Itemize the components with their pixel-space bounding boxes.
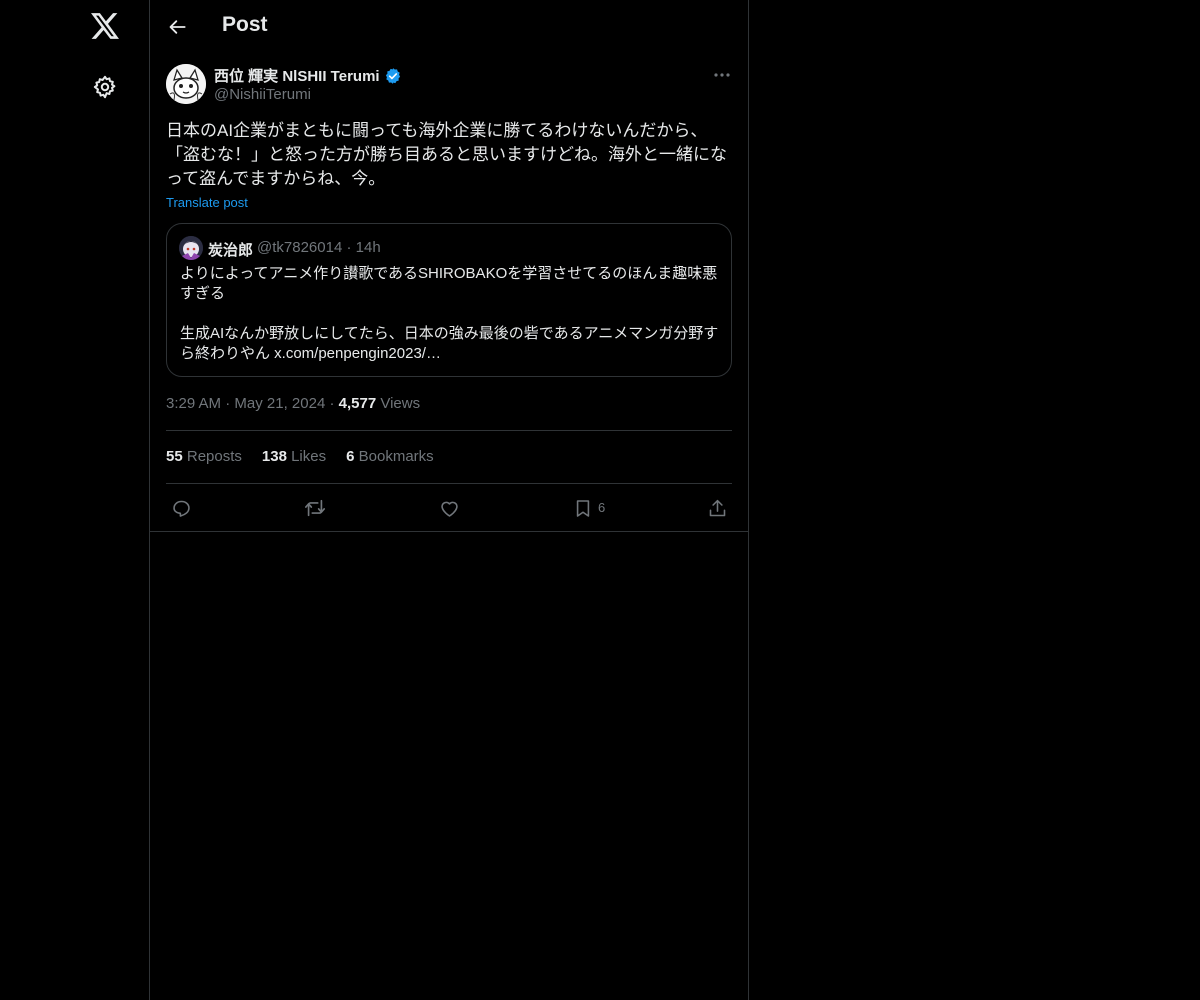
page-title: Post <box>222 13 268 36</box>
author-name[interactable]: 西位 輝実 NlSHII Terumi <box>214 65 402 86</box>
action-bar: 6 <box>150 494 748 522</box>
post-time[interactable]: 3:29 AM <box>166 395 221 412</box>
quote-text-line: すぎる <box>180 285 226 302</box>
x-logo-icon[interactable] <box>89 10 121 42</box>
bookmark-icon[interactable] <box>571 496 595 520</box>
divider <box>166 483 732 484</box>
author-avatar[interactable] <box>166 64 206 104</box>
quote-text-line: ら終わりやん x.com/penpengin2023/… <box>180 345 441 362</box>
separator-dot: · <box>346 239 356 256</box>
bookmark-count: 6 <box>598 500 606 515</box>
reposts-label: Reposts <box>186 448 242 465</box>
reposts-count: 55 <box>166 448 183 465</box>
separator-dot: · <box>329 395 339 412</box>
share-icon[interactable] <box>705 496 729 520</box>
views-label: Views <box>380 395 421 412</box>
repost-icon[interactable] <box>303 496 327 520</box>
arrow-left-icon[interactable] <box>164 13 192 41</box>
views-count: 4,577 <box>338 395 377 412</box>
reply-icon[interactable] <box>169 496 193 520</box>
author-name-text[interactable]: 西位 輝実 NlSHII Terumi <box>214 65 380 86</box>
post-text: 日本のAI企業がまともに闘っても海外企業に勝てるわけないんだから、 「盗むな！」… <box>166 119 734 191</box>
divider <box>166 430 732 431</box>
post-meta: 3:29 AM · May 21, 2024 · 4,577 Views <box>166 395 420 412</box>
author-handle[interactable]: @NishiiTerumi <box>214 86 311 103</box>
quote-text-line: 生成AIなんか野放しにしてたら、日本の強み最後の砦であるアニメマンガ分野す <box>180 325 719 342</box>
quote-author-avatar <box>179 236 203 260</box>
post-text-line: 日本のAI企業がまともに闘っても海外企業に勝てるわけないんだから、 <box>166 121 708 140</box>
gear-icon[interactable] <box>91 73 119 101</box>
separator-dot: · <box>225 395 235 412</box>
bookmarks-stat[interactable]: 6 Bookmarks <box>346 448 434 465</box>
bookmarks-count: 6 <box>346 448 355 465</box>
post-stats: 55 Reposts 138 Likes 6 Bookmarks <box>166 448 434 465</box>
bookmarks-label: Bookmarks <box>358 448 434 465</box>
quoted-post[interactable]: 炭治郎 @tk7826014 · 14h よりによってアニメ作り讃歌であるSHI… <box>166 223 732 377</box>
likes-label: Likes <box>291 448 327 465</box>
quote-text: よりによってアニメ作り讃歌であるSHIROBAKOを学習させてるのほんま趣味悪 … <box>180 264 720 364</box>
quote-text-line <box>180 304 720 324</box>
verified-badge-icon <box>384 67 402 85</box>
quote-text-line: よりによってアニメ作り讃歌であるSHIROBAKOを学習させてるのほんま趣味悪 <box>180 265 718 282</box>
post-column: Post 西位 輝実 NlSHII Terumi @NishiiTerumi 日… <box>149 0 749 1000</box>
likes-stat[interactable]: 138 Likes <box>262 448 326 465</box>
quote-author-handle: @tk7826014 <box>257 239 343 256</box>
post-header: Post <box>150 0 748 53</box>
more-options-icon[interactable] <box>710 64 734 86</box>
quote-author-name: 炭治郎 <box>208 242 254 259</box>
like-icon[interactable] <box>437 496 461 520</box>
post-text-line: って盗んでますからね、今。 <box>166 169 386 188</box>
quote-age: 14h <box>355 239 381 256</box>
translate-post-link[interactable]: Translate post <box>166 195 248 210</box>
likes-count: 138 <box>261 448 287 465</box>
post-date[interactable]: May 21, 2024 <box>234 395 325 412</box>
post-text-line: 「盗むな！」と怒った方が勝ち目あると思いますけどね。海外と一緒にな <box>166 145 727 164</box>
reposts-stat[interactable]: 55 Reposts <box>166 448 242 465</box>
divider <box>150 531 748 532</box>
quote-author-meta: @tk7826014 · 14h <box>257 239 381 256</box>
left-nav <box>0 0 150 1000</box>
